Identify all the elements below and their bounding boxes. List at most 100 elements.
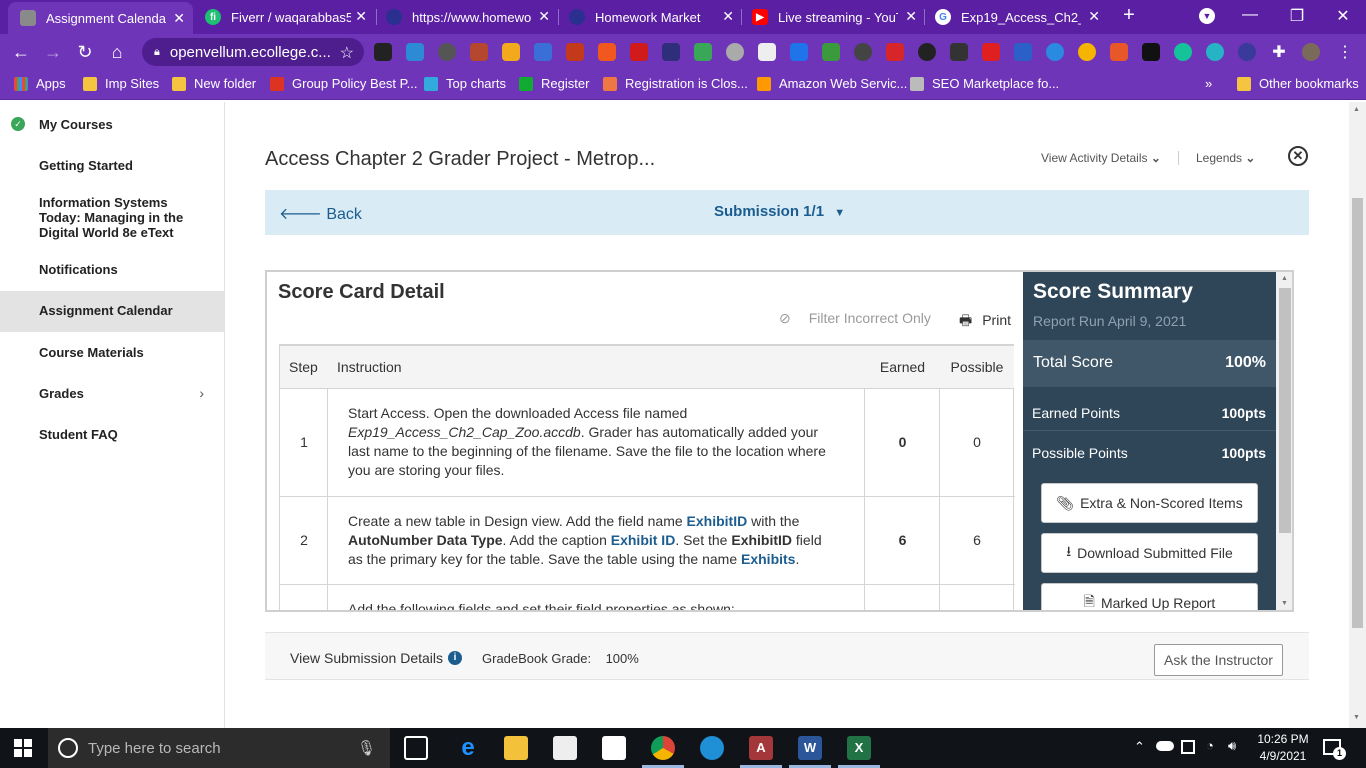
extensions-puzzle-icon[interactable]: ✚ [1268,42,1290,62]
extension-icon[interactable] [374,43,392,61]
excel-icon[interactable]: X [847,736,871,760]
system-clock[interactable]: 10:26 PM 4/9/2021 [1254,731,1312,765]
close-tab-icon[interactable]: ✕ [722,8,734,25]
access-icon[interactable]: A [749,736,773,760]
sidebar-item-notifications[interactable]: Notifications [0,262,224,277]
back-button[interactable]: 🡐 Back [279,203,362,224]
extension-icon[interactable] [534,43,552,61]
close-tab-icon[interactable]: ✕ [905,8,917,25]
close-icon[interactable]: ✕ [1288,146,1308,166]
onedrive-icon[interactable] [1156,741,1174,751]
submission-selector[interactable]: Submission 1/1 ▼ [714,203,845,220]
tab-fiverr[interactable]: fi Fiverr / waqarabbas59 ✕ [193,0,375,34]
close-tab-icon[interactable]: ✕ [355,8,367,25]
profile-menu-icon[interactable]: ▼ [1192,6,1222,24]
microphone-icon[interactable]: 🎙︎ [357,739,376,757]
kebab-menu-icon[interactable]: ⋮ [1334,42,1356,62]
edge-legacy-icon[interactable]: e [456,736,480,760]
scrollbar-thumb[interactable] [1352,198,1363,628]
volume-icon[interactable]: 🔊︎ [1228,738,1236,754]
view-activity-details-dropdown[interactable]: View Activity Details ⌄ [1041,151,1161,165]
extension-icon[interactable] [918,43,936,61]
sidebar-item-student-faq[interactable]: Student FAQ [0,427,224,442]
legends-dropdown[interactable]: Legends ⌄ [1196,151,1255,165]
scroll-down-icon[interactable]: ▼ [1353,714,1360,721]
back-arrow-icon[interactable]: ← [10,42,32,63]
marked-up-report-button[interactable]: 🗎︎ Marked Up Report [1041,583,1258,610]
extension-icon[interactable] [950,43,968,61]
windows-start-icon[interactable] [14,739,32,757]
extension-icon[interactable] [982,43,1000,61]
extension-icon[interactable] [694,43,712,61]
extension-icon[interactable] [854,43,872,61]
bookmark-seo[interactable]: SEO Marketplace fo... [910,76,1059,91]
extension-icon[interactable] [758,43,776,61]
view-submission-details-link[interactable]: View Submission Details i [290,650,463,666]
sidebar-item-etext[interactable]: Information Systems Today: Managing in t… [0,195,224,240]
bookmark-aws[interactable]: Amazon Web Servic... [757,76,907,91]
sidebar-item-course-materials[interactable]: Course Materials [0,345,224,360]
home-icon[interactable]: ⌂ [106,42,128,63]
scroll-down-icon[interactable]: ▼ [1281,600,1288,607]
sidebar-item-grades[interactable]: Grades › [0,386,224,402]
extension-icon[interactable] [470,43,488,61]
bookmark-new-folder[interactable]: New folder [172,76,256,91]
tab-homework-market[interactable]: Homework Market ✕ [557,0,742,34]
close-window-icon[interactable]: ✕ [1328,6,1358,26]
print-button[interactable]: 🖶︎ Print [959,310,1011,334]
filter-incorrect-toggle[interactable]: ⊘ Filter Incorrect Only [779,310,931,327]
download-submitted-file-button[interactable]: ⭳ Download Submitted File [1041,533,1258,573]
bookmark-group-policy[interactable]: Group Policy Best P... [270,76,418,91]
page-scrollbar[interactable]: ▲ ▼ [1349,102,1366,728]
minimize-icon[interactable]: — [1235,6,1265,24]
battery-icon[interactable] [1181,740,1195,754]
close-tab-icon[interactable]: ✕ [173,10,185,27]
new-tab-button[interactable]: + [1114,4,1144,27]
bookmark-star-icon[interactable]: ☆ [340,43,354,63]
tab-youtube[interactable]: ▶ Live streaming - YouTu ✕ [740,0,925,34]
extension-icon[interactable] [822,43,840,61]
taskbar-search-input[interactable]: Type here to search 🎙︎ [48,728,390,768]
extension-icon[interactable] [726,43,744,61]
restore-icon[interactable]: ❐ [1282,6,1312,26]
bookmark-apps[interactable]: Apps [14,76,66,91]
address-bar[interactable]: 🔒︎ openvellum.ecollege.c... ☆ [142,38,364,66]
bookmark-register[interactable]: Register [519,76,589,91]
extension-icon[interactable] [1238,43,1256,61]
bookmark-top-charts[interactable]: Top charts [424,76,506,91]
extension-icon[interactable] [1110,43,1128,61]
store-icon[interactable] [553,736,577,760]
extension-icon[interactable] [630,43,648,61]
extension-icon[interactable] [1014,43,1032,61]
task-view-icon[interactable] [404,736,428,760]
more-bookmarks-chevron[interactable]: » [1205,76,1212,91]
tab-assignment-calendar[interactable]: Assignment Calendar ✕ [8,2,193,34]
tab-google-search[interactable]: G Exp19_Access_Ch2_Ca ✕ [923,0,1108,34]
forward-arrow-icon[interactable]: → [42,42,64,63]
tab-homework-url[interactable]: https://www.homewor ✕ [374,0,558,34]
word-icon[interactable]: W [798,736,822,760]
extension-icon[interactable] [662,43,680,61]
extension-icon[interactable] [566,43,584,61]
bookmark-registration[interactable]: Registration is Clos... [603,76,748,91]
sidebar-item-assignment-calendar[interactable]: Assignment Calendar [0,291,224,332]
ask-instructor-button[interactable]: Ask the Instructor [1154,644,1283,676]
close-tab-icon[interactable]: ✕ [1088,8,1100,25]
extra-non-scored-button[interactable]: 📎︎ Extra & Non-Scored Items [1041,483,1258,523]
chrome-icon[interactable] [651,736,675,760]
extension-icon[interactable] [1046,43,1064,61]
extension-icon[interactable] [1142,43,1160,61]
wifi-icon[interactable]: ◔ [1206,738,1214,753]
avatar[interactable] [1302,43,1320,61]
scroll-up-icon[interactable]: ▲ [1281,275,1288,282]
extension-icon[interactable] [1174,43,1192,61]
extension-icon[interactable] [406,43,424,61]
bookmark-imp-sites[interactable]: Imp Sites [83,76,159,91]
extension-icon[interactable] [502,43,520,61]
bookmark-other[interactable]: Other bookmarks [1237,76,1359,91]
edge-icon[interactable] [700,736,724,760]
reload-icon[interactable]: ↻ [74,42,96,63]
scroll-up-icon[interactable]: ▲ [1353,106,1360,113]
mail-icon[interactable] [602,736,626,760]
extension-icon[interactable] [438,43,456,61]
